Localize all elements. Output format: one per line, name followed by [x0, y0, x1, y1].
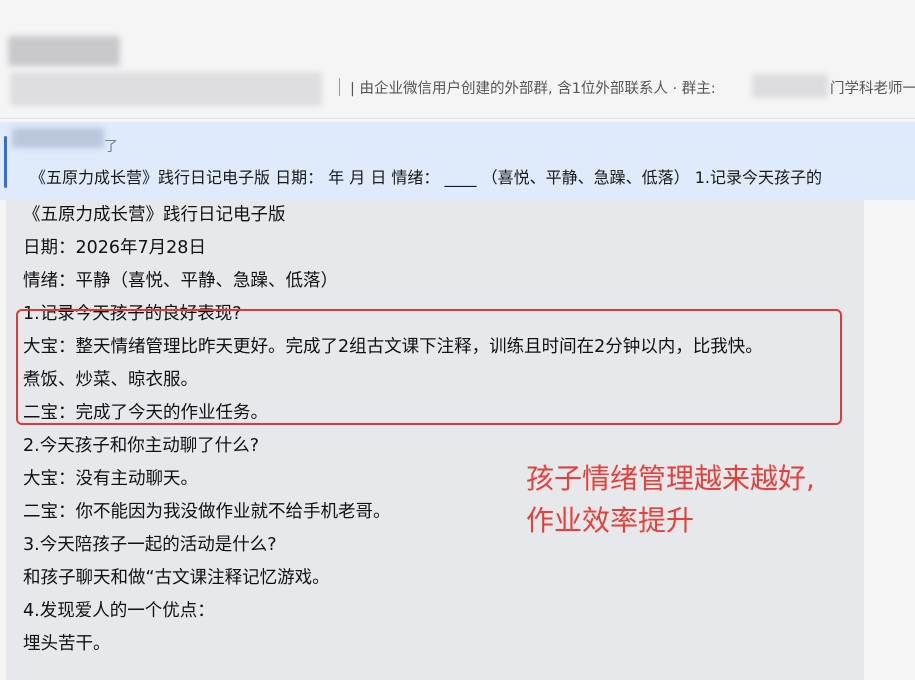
message-line-11: 3.今天陪孩子一起的活动是什么? [23, 535, 277, 555]
quote-accent-bar [4, 136, 7, 188]
quote-sender-suffix: 了 [104, 139, 118, 155]
group-description-tail: 门学科老师一 [830, 81, 915, 97]
quote-sender-redacted [12, 128, 104, 148]
highlight-box [16, 309, 842, 425]
group-description: | 由企业微信用户创建的外部群, 含1位外部联系人 · 群主: [350, 81, 716, 97]
message-line-14: 埋头苦干。 [23, 634, 111, 654]
quoted-message[interactable] [0, 122, 915, 200]
group-owner-redacted [752, 74, 828, 98]
annotation-line-2: 作业效率提升 [526, 504, 695, 537]
header-divider [339, 78, 340, 96]
message-line-12: 和孩子聊天和做“古文课注释记忆游戏。 [23, 568, 330, 588]
quote-text: 《五原力成长营》践行日记电子版 日期： 年 月 日 情绪： ____ （喜悦、平… [30, 168, 822, 187]
annotation-line-1: 孩子情绪管理越来越好, [526, 462, 815, 495]
message-line-9: 大宝：没有主动聊天。 [23, 469, 198, 489]
message-line-13: 4.发现爱人的一个优点： [23, 601, 215, 621]
annotation-text: 孩子情绪管理越来越好, 作业效率提升 [526, 458, 815, 542]
message-line-1: 《五原力成长营》践行日记电子版 [23, 205, 286, 225]
message-line-8: 2.今天孩子和你主动聊了什么? [23, 436, 259, 456]
group-name-redacted [8, 36, 120, 66]
message-line-10: 二宝：你不能因为我没做作业就不给手机老哥。 [23, 502, 391, 522]
message-line-2: 日期：2026年7月28日 [23, 238, 206, 258]
chat-header: | 由企业微信用户创建的外部群, 含1位外部联系人 · 群主: 门学科老师一 [0, 0, 915, 119]
message-line-3: 情绪：平静（喜悦、平静、急躁、低落） [23, 271, 338, 291]
group-members-redacted [10, 72, 322, 106]
